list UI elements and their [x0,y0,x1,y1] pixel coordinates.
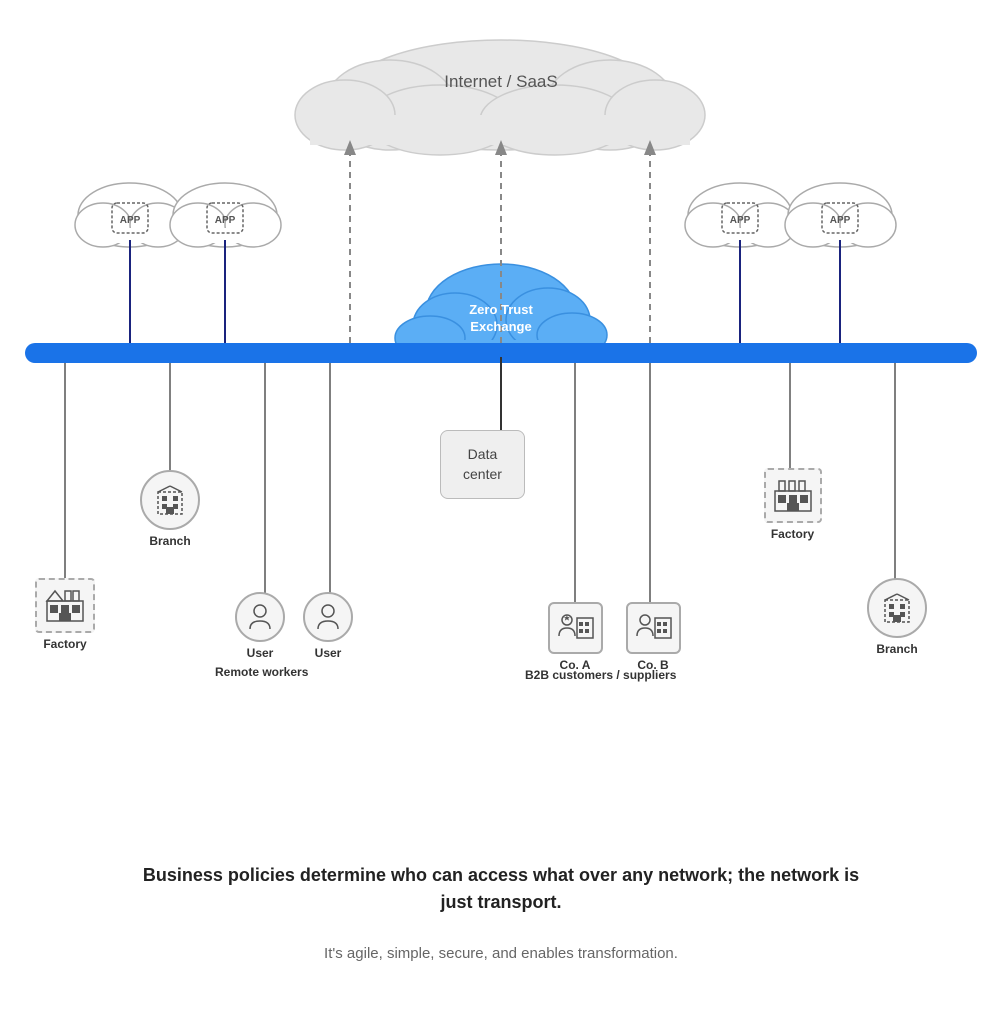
branch-right-icon [867,578,927,638]
svg-text:APP: APP [830,215,851,226]
internet-cloud [295,40,705,155]
branch-right-node: Branch [857,578,937,656]
co-b-node: Co. B [618,602,688,672]
user2-node: User [298,592,358,660]
factory-left-label: Factory [20,637,110,651]
svg-text:APP: APP [120,215,141,226]
branch-left-node: Branch [130,470,210,548]
user1-icon [235,592,285,642]
user2-label: User [298,646,358,660]
bottom-text-light: It's agile, simple, secure, and enables … [324,945,678,962]
co-a-icon [548,602,603,654]
svg-text:APP: APP [730,215,751,226]
factory-right-label: Factory [755,527,830,541]
factory-right-icon [764,468,822,523]
co-b-icon [626,602,681,654]
datacenter-box: Datacenter [440,430,525,499]
factory-left-icon [35,578,95,633]
svg-text:APP: APP [215,215,236,226]
branch-left-icon [140,470,200,530]
factory-left-node: Factory [20,578,110,651]
remote-workers-label: Remote workers [215,665,308,679]
internet-label: Internet / SaaS [444,72,557,92]
diagram: APP APP APP APP Internet / SaaS Zero Tru… [0,0,1002,1024]
bottom-text-bold: Business policies determine who can acce… [141,862,861,916]
branch-left-label: Branch [130,534,210,548]
branch-right-label: Branch [857,642,937,656]
user1-label: User [230,646,290,660]
user2-icon [303,592,353,642]
co-a-node: Co. A [540,602,610,672]
factory-right-node: Factory [755,468,830,541]
b2b-label: B2B customers / suppliers [525,668,676,682]
zte-label: Zero TrustExchange [469,302,533,336]
user1-node: User [230,592,290,660]
